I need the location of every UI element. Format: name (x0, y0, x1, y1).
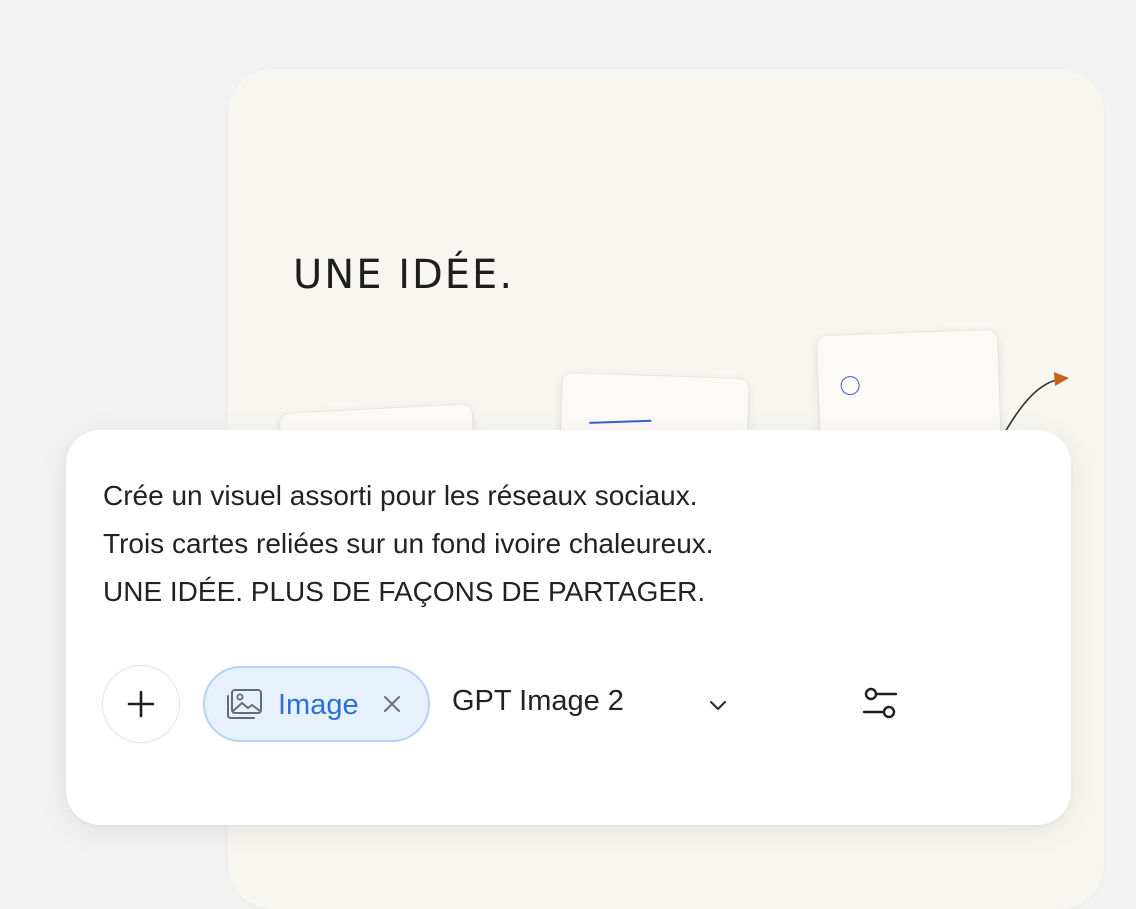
card-line-mark (589, 419, 652, 424)
image-icon (227, 689, 262, 719)
prompt-line-1: Crée un visuel assorti pour les réseaux … (103, 480, 698, 511)
image-mode-chip[interactable]: Image (203, 666, 430, 742)
model-select-value: GPT Image 2 (452, 685, 624, 717)
card-circle-mark (840, 375, 860, 396)
chevron-down-icon (709, 700, 727, 711)
sliders-icon[interactable] (858, 682, 902, 726)
artboard-title: UNE IDÉE. (293, 252, 515, 298)
model-select[interactable]: GPT Image 2 (452, 665, 742, 743)
image-chip-label: Image (278, 689, 359, 721)
close-icon[interactable] (380, 692, 404, 716)
prompt-line-2: Trois cartes reliées sur un fond ivoire … (103, 528, 714, 559)
prompt-input[interactable]: Crée un visuel assorti pour les réseaux … (103, 472, 983, 616)
add-attachment-button[interactable] (102, 665, 180, 743)
prompt-composer: Crée un visuel assorti pour les réseaux … (66, 430, 1071, 825)
prompt-line-3: UNE IDÉE. PLUS DE FAÇONS DE PARTAGER. (103, 576, 706, 607)
composer-toolbar: Image GPT Image 2 (102, 665, 1002, 745)
plus-icon (127, 690, 155, 718)
